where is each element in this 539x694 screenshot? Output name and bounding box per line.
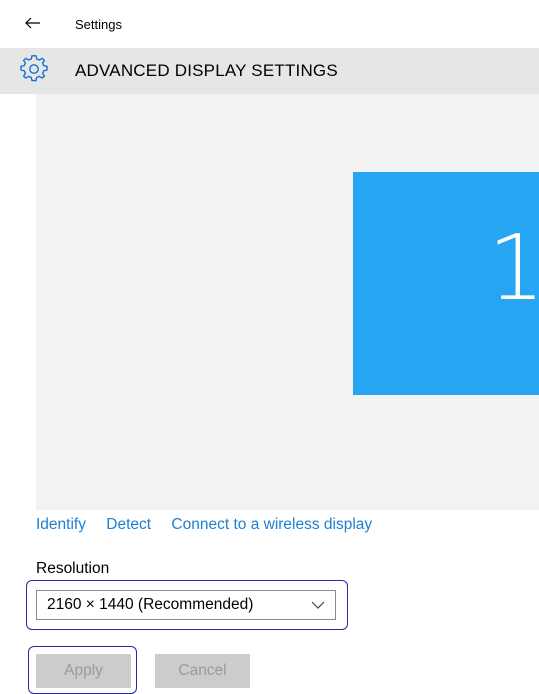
resolution-selected-value: 2160 × 1440 (Recommended) <box>47 596 254 613</box>
monitor-number: 1 <box>487 216 539 321</box>
gear-icon <box>20 55 48 82</box>
page-title: ADVANCED DISPLAY SETTINGS <box>75 61 338 80</box>
identify-link[interactable]: Identify <box>36 516 86 533</box>
arrow-left-icon <box>25 17 40 29</box>
wireless-display-link[interactable]: Connect to a wireless display <box>171 516 372 533</box>
apply-button[interactable]: Apply <box>36 654 131 688</box>
cancel-button[interactable]: Cancel <box>155 654 250 688</box>
page-header: ADVANCED DISPLAY SETTINGS <box>0 48 539 94</box>
resolution-label: Resolution <box>36 560 110 577</box>
detect-link[interactable]: Detect <box>106 516 151 533</box>
window-title: Settings <box>75 17 122 32</box>
display-arrangement-area: 1 <box>36 94 539 510</box>
chevron-down-icon <box>311 601 325 609</box>
display-links: Identify Detect Connect to a wireless di… <box>36 516 388 534</box>
resolution-dropdown[interactable]: 2160 × 1440 (Recommended) <box>36 590 336 620</box>
title-bar: Settings <box>0 0 539 48</box>
monitor-tile[interactable]: 1 <box>353 172 539 395</box>
back-button[interactable] <box>22 12 44 34</box>
